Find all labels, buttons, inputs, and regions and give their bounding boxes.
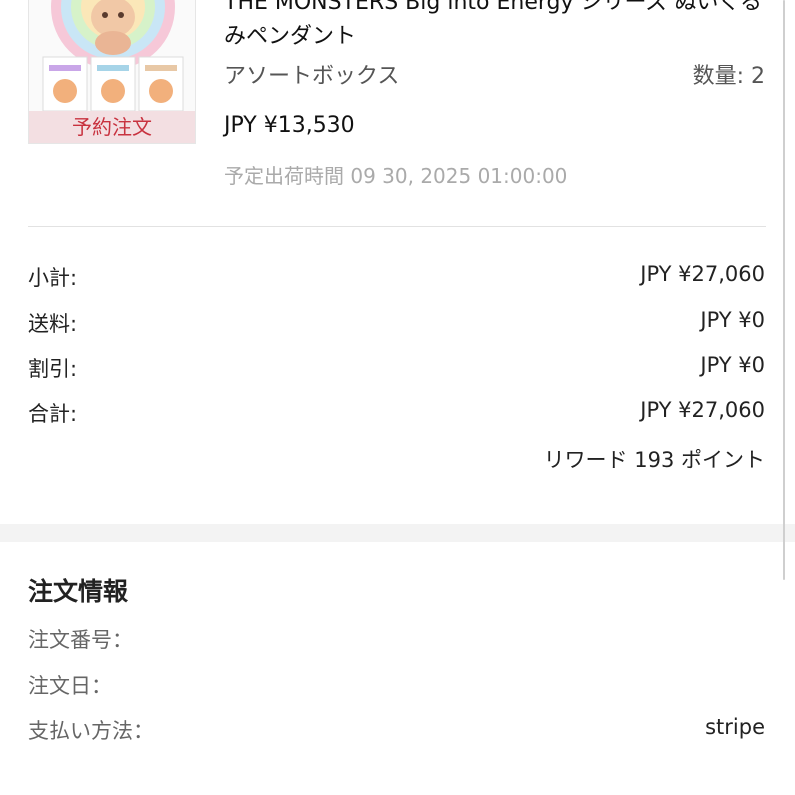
product-price: JPY ¥13,530: [224, 113, 355, 138]
preorder-badge: 予約注文: [29, 111, 195, 143]
order-info-title: 注文情報: [28, 577, 129, 606]
discount-label: 割引:: [28, 357, 78, 381]
payment-method-label: 支払い方法：: [28, 719, 154, 743]
reward-points: リワード 193 ポイント: [543, 448, 765, 472]
total-label: 合計:: [28, 402, 78, 426]
product-variant: アソートボックス: [224, 64, 400, 89]
ship-date: 予定出荷時間 09 30, 2025 01:00:00: [224, 164, 568, 188]
payment-method-value: stripe: [705, 715, 765, 739]
product-title[interactable]: THE MONSTERS Big into Energy シリーズ ぬいぐるみペ…: [224, 0, 769, 54]
shipping-label: 送料:: [28, 312, 78, 336]
discount-value: JPY ¥0: [700, 353, 765, 377]
total-value: JPY ¥27,060: [640, 398, 765, 422]
order-number-label: 注文番号：: [28, 628, 133, 652]
shipping-value: JPY ¥0: [700, 308, 765, 332]
divider: [28, 226, 766, 227]
subtotal-label: 小計:: [28, 266, 78, 290]
product-image[interactable]: 予約注文: [28, 0, 196, 144]
order-date-label: 注文日：: [28, 674, 112, 698]
scrollbar-track[interactable]: [783, 0, 785, 580]
subtotal-value: JPY ¥27,060: [640, 262, 765, 286]
scrollbar[interactable]: [780, 0, 788, 600]
section-separator: [0, 524, 795, 542]
product-quantity: 数量: 2: [692, 64, 765, 89]
